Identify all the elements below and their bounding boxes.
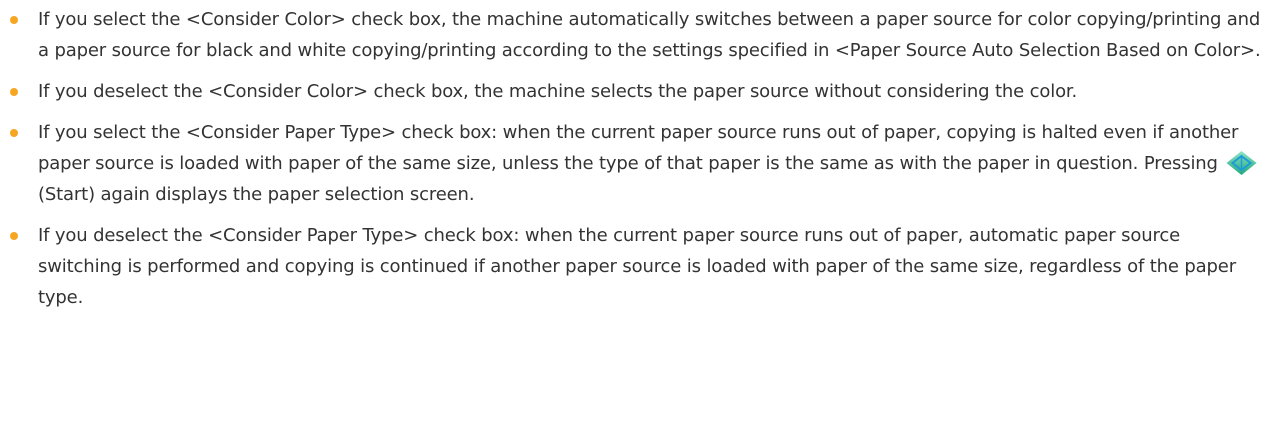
note-text: If you select the <Consider Color> check… (38, 9, 1261, 61)
notes-list: If you select the <Consider Color> check… (0, 0, 1272, 313)
start-key-icon (1225, 150, 1258, 176)
note-text-after-icon: (Start) again displays the paper selecti… (38, 184, 475, 205)
bullet-icon (10, 16, 18, 24)
bullet-icon (10, 88, 18, 96)
note-item: If you select the <Consider Paper Type> … (0, 117, 1272, 210)
note-item: If you deselect the <Consider Color> che… (0, 76, 1272, 107)
note-text: If you deselect the <Consider Paper Type… (38, 225, 1236, 308)
bullet-icon (10, 129, 18, 137)
note-text-before-icon: If you select the <Consider Paper Type> … (38, 122, 1239, 174)
note-item: If you select the <Consider Color> check… (0, 4, 1272, 66)
note-text: If you deselect the <Consider Color> che… (38, 81, 1078, 102)
note-item: If you deselect the <Consider Paper Type… (0, 220, 1272, 313)
bullet-icon (10, 232, 18, 240)
